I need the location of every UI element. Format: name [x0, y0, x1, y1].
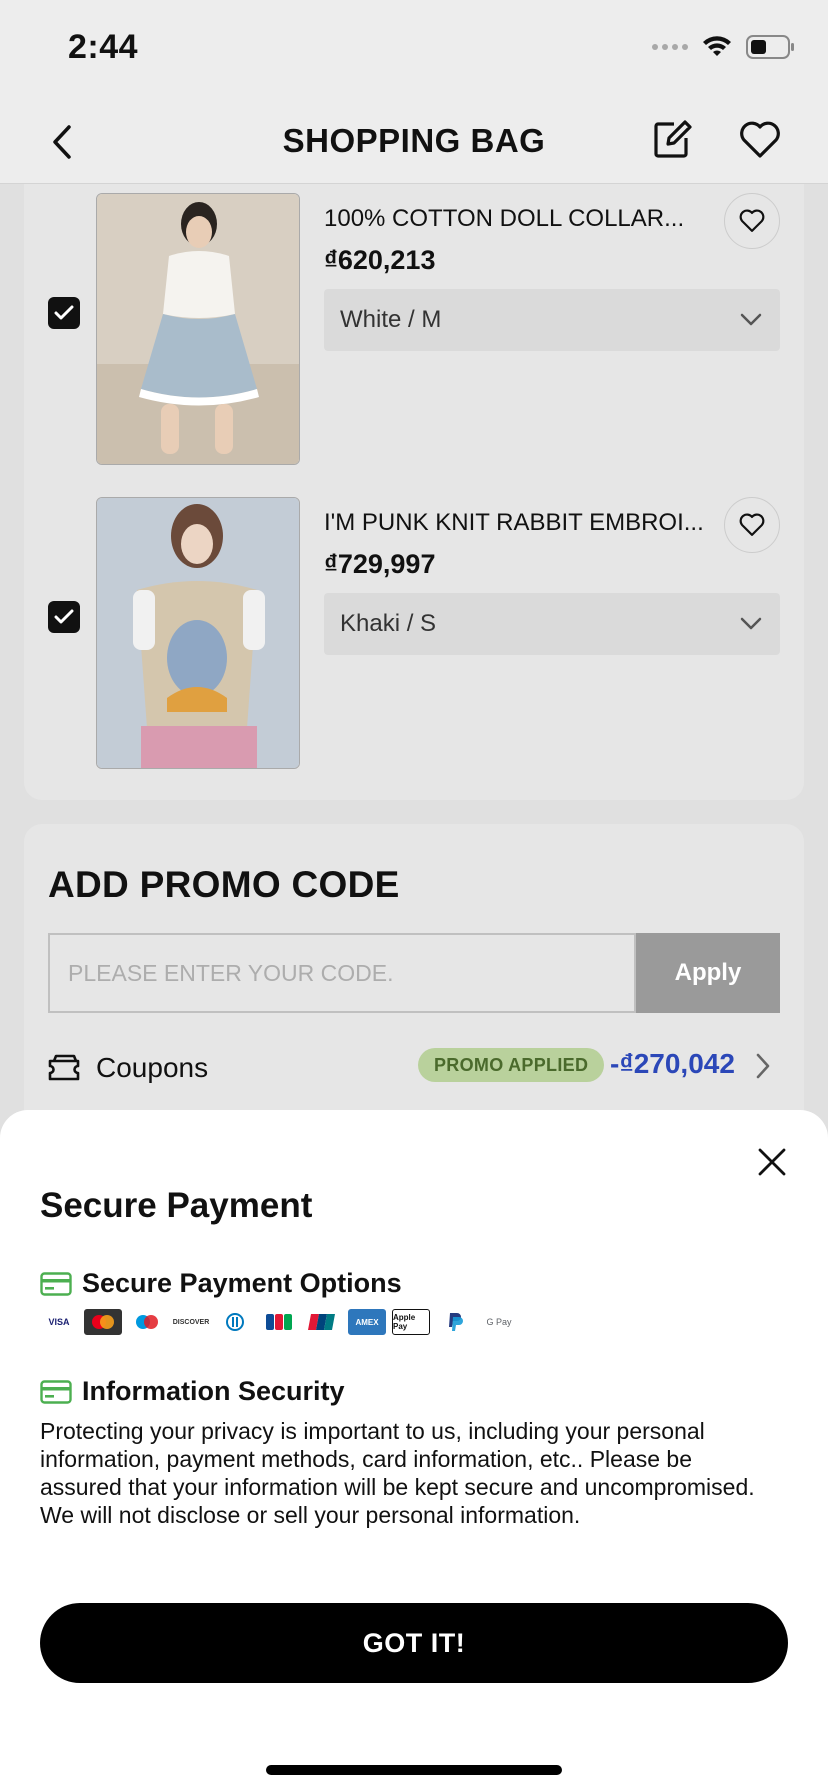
jcb-icon — [260, 1309, 298, 1335]
battery-icon — [746, 35, 794, 59]
option-value: White / M — [340, 306, 442, 333]
credit-card-icon — [40, 1271, 72, 1296]
payment-options-title: Secure Payment Options — [82, 1268, 402, 1298]
like-button[interactable] — [724, 193, 780, 249]
coupon-discount-amount: -₫270,042 — [610, 1048, 735, 1079]
unionpay-icon — [304, 1309, 342, 1335]
heart-icon — [739, 513, 765, 536]
checkmark-icon — [54, 609, 74, 624]
bag-items-card: 100% COTTON DOLL COLLAR... ₫620,213 Whit… — [24, 184, 804, 800]
chevron-right-icon — [748, 1050, 778, 1082]
apply-button[interactable]: Apply — [636, 933, 780, 1013]
edit-button[interactable] — [648, 116, 696, 164]
google-pay-icon: G Pay — [480, 1309, 518, 1335]
amex-icon: AMEX — [348, 1309, 386, 1335]
promo-title: ADD PROMO CODE — [48, 864, 400, 905]
option-select[interactable]: Khaki / S — [324, 593, 780, 655]
discover-icon: DISCOVER — [172, 1309, 210, 1335]
promo-applied-badge: PROMO APPLIED — [418, 1048, 605, 1082]
maestro-icon — [128, 1309, 166, 1335]
information-security-section: Information Security Protecting your pri… — [40, 1376, 780, 1529]
page-title: SHOPPING BAG — [282, 122, 546, 159]
nav-bar: SHOPPING BAG — [0, 100, 828, 184]
wishlist-button[interactable] — [734, 116, 786, 164]
product-name[interactable]: I'M PUNK KNIT RABBIT EMBROI... — [324, 509, 704, 537]
like-button[interactable] — [724, 497, 780, 553]
diners-club-icon — [216, 1309, 254, 1335]
khaki-knit-vest-photo — [97, 498, 299, 768]
promo-code-input[interactable] — [48, 933, 636, 1013]
ticket-icon — [48, 1054, 80, 1081]
status-time: 2:44 — [68, 28, 139, 66]
product-image[interactable] — [96, 497, 300, 769]
signal-icon — [652, 44, 688, 50]
paypal-icon — [436, 1309, 474, 1335]
edit-icon — [654, 120, 692, 158]
visa-icon: VISA — [40, 1309, 78, 1335]
information-security-text: Protecting your privacy is important to … — [40, 1418, 755, 1528]
white-top-blue-skirt-photo — [97, 194, 299, 464]
chevron-down-icon — [736, 305, 766, 335]
status-bar: 2:44 — [0, 0, 828, 100]
item-checkbox[interactable] — [48, 297, 80, 329]
option-value: Khaki / S — [340, 610, 437, 637]
option-select[interactable]: White / M — [324, 289, 780, 351]
product-name[interactable]: 100% COTTON DOLL COLLAR... — [324, 205, 704, 233]
payment-icons: VISA DISCOVER AMEX Apple Pay G Pay — [40, 1309, 518, 1335]
home-indicator — [266, 1765, 562, 1775]
close-button[interactable] — [752, 1142, 792, 1182]
secure-payment-sheet: Secure Payment Secure Payment Options VI… — [0, 1110, 828, 1792]
status-icons — [652, 34, 796, 60]
sheet-title: Secure Payment — [40, 1186, 313, 1225]
chevron-down-icon — [736, 609, 766, 639]
item-checkbox[interactable] — [48, 601, 80, 633]
promo-code-card: ADD PROMO CODE Apply Coupons PROMO APPLI… — [24, 824, 804, 1124]
bag-item: I'M PUNK KNIT RABBIT EMBROI... ₫729,997 … — [24, 497, 804, 769]
credit-card-icon — [40, 1379, 72, 1404]
product-price: ₫620,213 — [324, 245, 436, 275]
heart-icon — [739, 209, 765, 232]
bag-item: 100% COTTON DOLL COLLAR... ₫620,213 Whit… — [24, 193, 804, 465]
payment-options-section: Secure Payment Options VISA DISCOVER AME… — [40, 1268, 518, 1335]
mastercard-icon — [84, 1309, 122, 1335]
product-price: ₫729,997 — [324, 549, 436, 579]
close-icon — [758, 1148, 786, 1176]
coupons-label: Coupons — [96, 1052, 209, 1083]
product-image[interactable] — [96, 193, 300, 465]
wifi-icon — [703, 36, 731, 56]
apple-pay-icon: Apple Pay — [392, 1309, 430, 1335]
heart-icon — [740, 121, 780, 158]
got-it-button[interactable]: GOT IT! — [40, 1603, 788, 1683]
information-security-title: Information Security — [82, 1376, 345, 1406]
checkmark-icon — [54, 305, 74, 320]
coupons-row[interactable]: Coupons PROMO APPLIED -₫270,042 — [24, 1044, 804, 1114]
